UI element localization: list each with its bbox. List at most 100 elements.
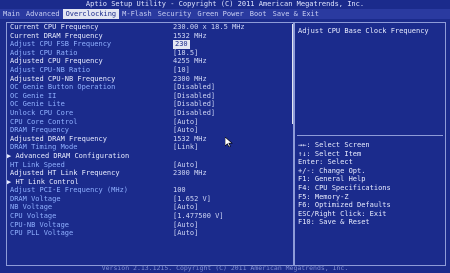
help-divider bbox=[297, 135, 443, 136]
setting-row: Current CPU Frequency 230.00 x 18.5 MHz bbox=[7, 23, 293, 32]
setting-row[interactable]: DRAM Frequency [Auto] bbox=[7, 126, 293, 135]
key-hint: Enter: Select bbox=[298, 158, 353, 167]
tab-security[interactable]: Security bbox=[155, 9, 195, 19]
setting-value[interactable]: [Disabled] bbox=[173, 92, 215, 101]
tab-advanced[interactable]: Advanced bbox=[23, 9, 63, 19]
setting-label-text: Current DRAM Frequency bbox=[10, 31, 103, 40]
setting-label: Adjust CPU FSB Frequency bbox=[10, 40, 111, 49]
key-hint: ESC/Right Click: Exit bbox=[298, 209, 387, 218]
setting-row[interactable]: ▶ Advanced DRAM Configuration bbox=[7, 152, 293, 161]
setting-value[interactable]: [Auto] bbox=[173, 126, 198, 135]
setting-label: Unlock CPU Core bbox=[10, 109, 73, 118]
setting-row: Adjusted HT Link Frequency 2300 MHz bbox=[7, 169, 293, 178]
setting-label-text: Adjusted DRAM Frequency bbox=[10, 134, 107, 143]
key-hint: →←: Select Screen bbox=[298, 141, 370, 149]
setting-value[interactable]: [Auto] bbox=[173, 221, 198, 230]
setting-label: Current DRAM Frequency bbox=[10, 32, 103, 41]
setting-value[interactable]: 100 bbox=[173, 186, 186, 195]
setting-value[interactable]: [Auto] bbox=[173, 118, 198, 127]
setting-value[interactable]: [Auto] bbox=[173, 203, 198, 212]
key-hint: F6: Optimized Defaults bbox=[298, 201, 391, 210]
setting-label: ▶ Advanced DRAM Configuration bbox=[7, 152, 129, 161]
tab-green-power[interactable]: Green Power bbox=[194, 9, 246, 19]
setting-label: OC Genie Lite bbox=[10, 100, 65, 109]
setting-row[interactable]: ▶ HT Link Control bbox=[7, 178, 293, 187]
setting-label: Adjusted CPU-NB Frequency bbox=[10, 75, 115, 84]
setting-row[interactable]: CPU Core Control [Auto] bbox=[7, 118, 293, 127]
mouse-pointer-icon bbox=[225, 137, 233, 147]
setting-row[interactable]: OC Genie Button Operation [Disabled] bbox=[7, 83, 293, 92]
tab-boot[interactable]: Boot bbox=[247, 9, 270, 19]
setting-label: Adjust CPU-NB Ratio bbox=[10, 66, 90, 75]
setting-label: CPU-NB Voltage bbox=[10, 221, 69, 230]
setting-value[interactable]: [1.477500 V] bbox=[173, 212, 224, 221]
setting-row[interactable]: Adjust CPU FSB Frequency 230 bbox=[7, 40, 293, 49]
setting-row: Adjusted DRAM Frequency 1532 MHz bbox=[7, 135, 293, 144]
setting-label-text: Adjust PCI-E Frequency (MHz) bbox=[10, 186, 129, 195]
setting-label: HT Link Speed bbox=[10, 161, 65, 170]
setting-value: 4255 MHz bbox=[173, 57, 207, 66]
setting-label-text: Current CPU Frequency bbox=[10, 23, 99, 31]
setting-row[interactable]: NB Voltage [Auto] bbox=[7, 203, 293, 212]
setting-value[interactable]: [Link] bbox=[173, 143, 198, 152]
setting-value: 1532 MHz bbox=[173, 31, 207, 40]
setting-row: Current DRAM Frequency 1532 MHz bbox=[7, 32, 293, 41]
setting-row[interactable]: DRAM Timing Mode [Link] bbox=[7, 143, 293, 152]
setting-value[interactable]: [Disabled] bbox=[173, 109, 215, 118]
setting-label-text: Adjust CPU FSB Frequency bbox=[10, 40, 112, 49]
setting-row[interactable]: HT Link Speed [Auto] bbox=[7, 161, 293, 170]
setting-label-text: OC Genie Button Operation bbox=[10, 83, 116, 92]
tab-overclocking[interactable]: Overclocking bbox=[62, 9, 120, 19]
setting-value: 2300 MHz bbox=[173, 74, 207, 83]
setting-label-text: HT Link Speed bbox=[10, 160, 65, 169]
tab-m-flash[interactable]: M-Flash bbox=[119, 9, 155, 19]
key-hint: F4: CPU Specifications bbox=[298, 183, 391, 192]
key-hint: F10: Save & Reset bbox=[298, 218, 370, 227]
setting-value[interactable]: [18.5] bbox=[173, 49, 198, 58]
setting-row[interactable]: Adjust CPU-NB Ratio [10] bbox=[7, 66, 293, 75]
key-hint: F1: General Help bbox=[298, 175, 366, 184]
setting-row[interactable]: CPU Voltage [1.477500 V] bbox=[7, 212, 293, 221]
setting-row[interactable]: Unlock CPU Core [Disabled] bbox=[7, 109, 293, 118]
setting-value[interactable]: [Disabled] bbox=[173, 83, 215, 92]
setting-row[interactable]: DRAM Voltage [1.652 V] bbox=[7, 195, 293, 204]
tab-save-exit[interactable]: Save & Exit bbox=[270, 9, 322, 19]
setting-label-text: Adjusted CPU-NB Frequency bbox=[10, 74, 116, 83]
setting-row[interactable]: CPU PLL Voltage [Auto] bbox=[7, 229, 293, 238]
setting-value: 1532 MHz bbox=[173, 134, 207, 143]
setting-label-text: OC Genie Lite bbox=[10, 100, 65, 109]
setting-row[interactable]: Adjust CPU Ratio [18.5] bbox=[7, 49, 293, 58]
setting-label: Adjusted CPU Frequency bbox=[10, 57, 103, 66]
setting-label-text: DRAM Voltage bbox=[10, 194, 61, 203]
setting-row[interactable]: OC Genie II [Disabled] bbox=[7, 92, 293, 101]
setting-row[interactable]: Adjust PCI-E Frequency (MHz) 100 bbox=[7, 186, 293, 195]
setting-label: CPU PLL Voltage bbox=[10, 229, 73, 238]
setting-value[interactable]: [Auto] bbox=[173, 161, 198, 170]
setting-row: Adjusted CPU Frequency 4255 MHz bbox=[7, 57, 293, 66]
setting-value[interactable]: [10] bbox=[173, 66, 190, 75]
setting-label: DRAM Timing Mode bbox=[10, 143, 77, 152]
setting-label-text: CPU Voltage bbox=[10, 212, 57, 221]
setting-value[interactable]: [Disabled] bbox=[173, 100, 215, 109]
setting-value[interactable]: [1.652 V] bbox=[173, 195, 211, 204]
setting-row[interactable]: OC Genie Lite [Disabled] bbox=[7, 100, 293, 109]
setting-label: Current CPU Frequency bbox=[10, 23, 99, 32]
title-bar: Aptio Setup Utility - Copyright (C) 2011… bbox=[0, 0, 450, 9]
selected-value-field[interactable]: 230 bbox=[173, 40, 190, 49]
setting-label-text: Adjust CPU Ratio bbox=[10, 48, 78, 57]
setting-label: CPU Core Control bbox=[10, 118, 77, 127]
tab-main[interactable]: Main bbox=[0, 9, 23, 19]
setting-label: DRAM Frequency bbox=[10, 126, 69, 135]
setting-label-text: DRAM Frequency bbox=[10, 126, 70, 135]
key-hint: ↑↓: Select Item bbox=[298, 149, 362, 158]
setting-label-text: NB Voltage bbox=[10, 203, 53, 212]
setting-label: OC Genie Button Operation bbox=[10, 83, 115, 92]
setting-label-text: Advanced DRAM Configuration bbox=[15, 151, 130, 160]
help-description: Adjust CPU Base Clock Frequency bbox=[298, 27, 429, 35]
setting-row[interactable]: CPU-NB Voltage [Auto] bbox=[7, 221, 293, 230]
setting-label: Adjusted HT Link Frequency bbox=[10, 169, 120, 178]
key-hint: +/-: Change Opt. bbox=[298, 166, 366, 175]
setting-value: 2300 MHz bbox=[173, 169, 207, 178]
setting-label: OC Genie II bbox=[10, 92, 56, 101]
setting-value[interactable]: [Auto] bbox=[173, 229, 198, 238]
